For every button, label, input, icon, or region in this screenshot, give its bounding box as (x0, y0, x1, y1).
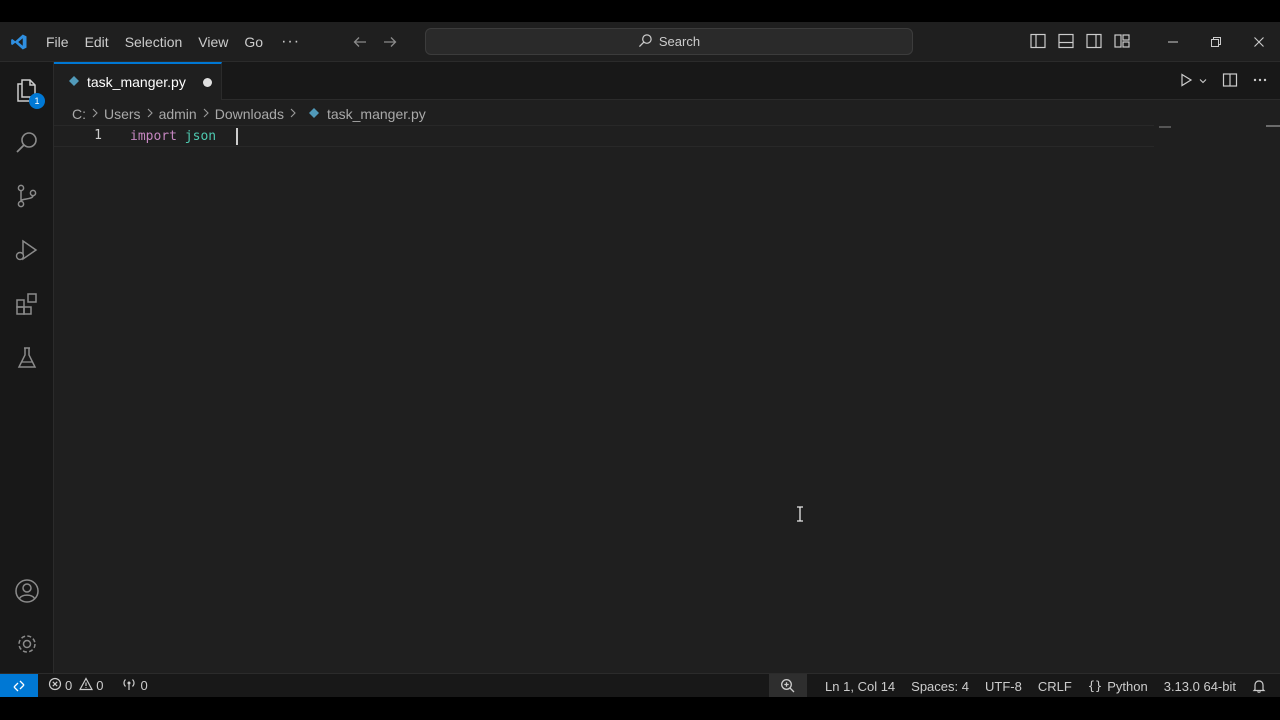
python-file-icon (68, 74, 80, 90)
settings-gear-icon[interactable] (0, 619, 54, 669)
breadcrumb-admin[interactable]: admin (159, 106, 197, 122)
title-bar: File Edit Selection View Go ··· Search (0, 22, 1280, 62)
back-arrow-icon[interactable] (350, 32, 370, 52)
chevron-right-icon (146, 107, 154, 121)
vscode-logo-icon (0, 22, 38, 62)
warning-count: 0 (96, 678, 104, 693)
python-file-icon (308, 106, 320, 122)
ports-status[interactable]: 0 (121, 677, 148, 694)
keyword-token: import (130, 129, 177, 144)
breadcrumb-users[interactable]: Users (104, 106, 141, 122)
chevron-right-icon (91, 107, 99, 121)
broadcast-icon (121, 677, 137, 694)
split-editor-icon[interactable] (1222, 72, 1238, 91)
encoding[interactable]: UTF-8 (977, 679, 1030, 694)
ibeam-cursor-icon (796, 506, 804, 525)
indentation[interactable]: Spaces: 4 (903, 679, 977, 694)
scrollbar-marker[interactable] (1266, 125, 1280, 127)
menu-edit[interactable]: Edit (77, 22, 117, 62)
forward-arrow-icon[interactable] (380, 32, 400, 52)
ports-count: 0 (140, 678, 148, 693)
search-view-icon[interactable] (0, 118, 54, 168)
breadcrumb: C: Users admin Downloads task_manger.py (72, 104, 426, 124)
screen-border-top (0, 0, 1280, 22)
command-center-search[interactable]: Search (425, 28, 913, 55)
braces-icon: {} (1087, 679, 1103, 693)
tab-task-manger[interactable]: task_manger.py (54, 62, 222, 100)
current-line[interactable]: 1 import json (54, 125, 1154, 147)
problems-status[interactable]: 0 0 (48, 677, 103, 694)
menu-go[interactable]: Go (236, 22, 271, 62)
menu-bar: File Edit Selection View Go ··· (38, 22, 310, 62)
menu-more-button[interactable]: ··· (271, 33, 310, 51)
zoom-icon[interactable] (769, 674, 808, 698)
screen-border-bottom (0, 697, 1280, 720)
minimize-icon[interactable] (1151, 22, 1194, 62)
editor-tab-bar: task_manger.py (54, 62, 1280, 100)
unsaved-dot-icon[interactable] (202, 77, 212, 87)
error-icon (48, 677, 62, 694)
language-label: Python (1107, 678, 1148, 694)
toggle-primary-sidebar-icon[interactable] (1029, 32, 1047, 53)
editor-area[interactable]: C: Users admin Downloads task_manger.py … (54, 100, 1280, 673)
line-number: 1 (94, 128, 102, 143)
chevron-right-icon (289, 107, 297, 121)
restore-icon[interactable] (1194, 22, 1237, 62)
language-mode[interactable]: {} Python (1080, 679, 1156, 694)
cursor-position[interactable]: Ln 1, Col 14 (817, 679, 903, 694)
breadcrumb-downloads[interactable]: Downloads (215, 106, 284, 122)
toggle-secondary-sidebar-icon[interactable] (1085, 32, 1103, 53)
status-bar: 0 0 0 Ln 1, Col 14 Spaces: 4 UTF-8 CRLF … (0, 673, 1280, 698)
search-icon (638, 33, 653, 51)
testing-icon[interactable] (0, 333, 54, 383)
accounts-icon[interactable] (0, 566, 54, 616)
close-window-icon[interactable] (1237, 22, 1280, 62)
breadcrumb-drive[interactable]: C: (72, 106, 86, 122)
minimap-line (1159, 126, 1171, 128)
module-token: json (184, 129, 217, 144)
explorer-badge: 1 (29, 93, 45, 109)
remote-indicator-icon[interactable] (0, 673, 38, 698)
extensions-icon[interactable] (0, 279, 54, 329)
customize-layout-icon[interactable] (1113, 32, 1131, 53)
menu-view[interactable]: View (190, 22, 236, 62)
source-control-icon[interactable] (0, 171, 54, 221)
explorer-icon[interactable]: 1 (0, 65, 54, 115)
python-interpreter[interactable]: 3.13.0 64-bit (1156, 679, 1244, 694)
toggle-panel-icon[interactable] (1057, 32, 1075, 53)
notifications-bell-icon[interactable] (1244, 679, 1280, 693)
menu-file[interactable]: File (38, 22, 77, 62)
more-actions-icon[interactable] (1252, 72, 1268, 91)
search-placeholder: Search (658, 34, 701, 49)
run-debug-icon[interactable] (0, 225, 54, 275)
end-of-line[interactable]: CRLF (1030, 679, 1080, 694)
error-count: 0 (65, 678, 73, 693)
run-file-icon[interactable] (1178, 72, 1194, 91)
text-cursor (235, 128, 238, 145)
tab-label: task_manger.py (87, 74, 186, 90)
warning-icon (79, 677, 94, 694)
run-dropdown-chevron-icon[interactable] (1198, 74, 1208, 89)
activity-bar: 1 (0, 62, 54, 673)
chevron-right-icon (202, 107, 210, 121)
code-text[interactable]: import json (130, 128, 238, 145)
breadcrumb-file[interactable]: task_manger.py (327, 106, 426, 122)
menu-selection[interactable]: Selection (117, 22, 191, 62)
